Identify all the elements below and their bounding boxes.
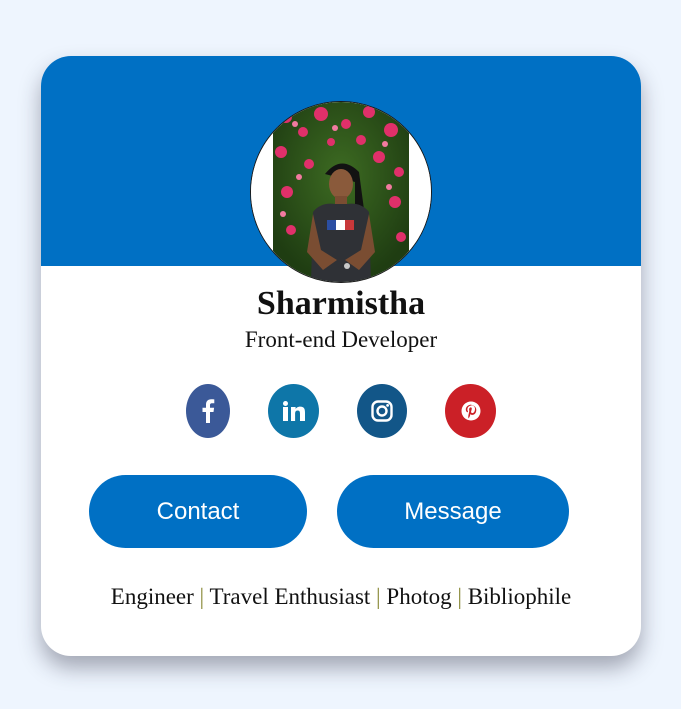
tag-separator: | [376, 584, 381, 609]
tag-photog: Photog [386, 584, 452, 609]
tag-bibliophile: Bibliophile [467, 584, 572, 609]
contact-button[interactable]: Contact [89, 475, 307, 548]
pinterest-button[interactable] [445, 384, 496, 438]
facebook-button[interactable] [186, 384, 230, 438]
profile-card: Sharmistha Front-end Developer Contact M… [41, 56, 641, 656]
tag-separator: | [199, 584, 205, 609]
interest-tags: Engineer | Travel Enthusiast | Photog | … [41, 582, 641, 612]
linkedin-button[interactable] [268, 384, 319, 438]
instagram-button[interactable] [357, 384, 407, 438]
profile-role: Front-end Developer [244, 327, 438, 352]
profile-name: Sharmistha [256, 285, 426, 322]
tag-separator: | [457, 584, 462, 609]
instagram-icon [371, 400, 393, 422]
profile-photo [251, 102, 431, 282]
pinterest-icon [461, 401, 480, 421]
facebook-icon [202, 399, 215, 423]
tag-engineer: Engineer [110, 584, 194, 609]
tag-travel-enthusiast: Travel Enthusiast [209, 584, 371, 609]
message-button[interactable]: Message [337, 475, 569, 548]
avatar [250, 101, 432, 283]
linkedin-icon [282, 401, 305, 421]
